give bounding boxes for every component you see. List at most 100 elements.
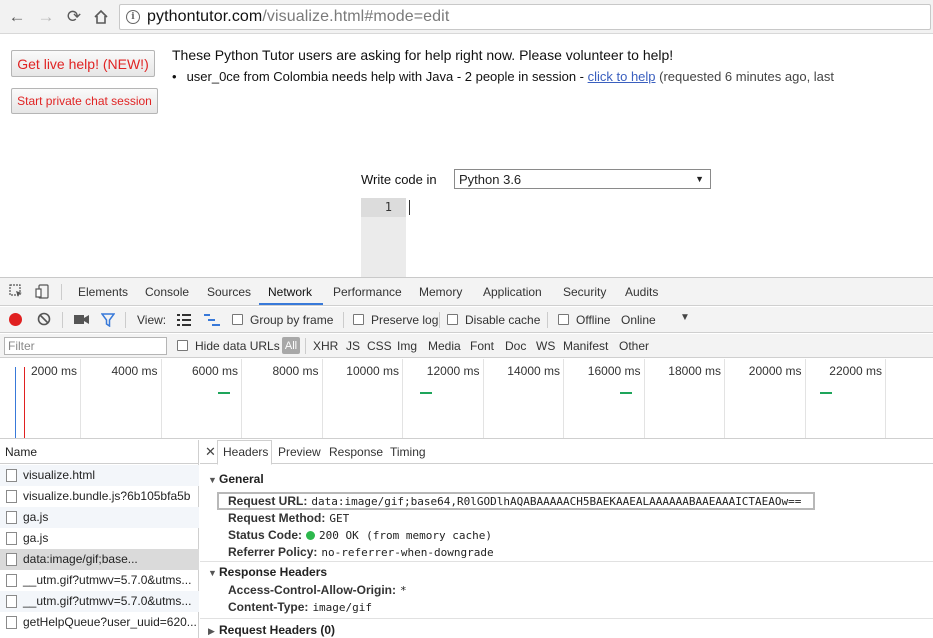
separator <box>439 312 440 328</box>
request-details: ✕ Headers Preview Response Timing ▼ Gener… <box>200 440 933 638</box>
separator <box>343 312 344 328</box>
info-icon[interactable]: i <box>126 10 140 24</box>
group-by-frame-label: Group by frame <box>250 313 334 327</box>
request-headers-toggle[interactable]: ▶ Request Headers (0) <box>208 623 335 637</box>
filter-xhr[interactable]: XHR <box>313 339 338 353</box>
request-row[interactable]: data:image/gif;base... <box>0 549 199 570</box>
filter-img[interactable]: Img <box>397 339 417 353</box>
timeline-bar <box>420 392 432 394</box>
click-to-help-link[interactable]: click to help <box>588 69 656 84</box>
devtools-tab-bar: Elements Console Sources Network Perform… <box>0 278 933 306</box>
timeline-tick-label: 22000 ms <box>829 364 882 378</box>
timeline-gridline <box>885 359 886 438</box>
filter-input[interactable]: Filter <box>4 337 167 355</box>
throttling-select[interactable]: Online <box>621 313 656 327</box>
timeline-tick-label: 6000 ms <box>191 364 238 378</box>
tab-headers[interactable]: Headers <box>223 445 268 459</box>
help-heading: These Python Tutor users are asking for … <box>172 47 674 63</box>
forward-arrow-icon[interactable]: → <box>35 6 57 28</box>
record-icon[interactable] <box>9 313 22 326</box>
private-chat-button[interactable]: Start private chat session <box>11 88 158 114</box>
hide-data-urls-checkbox[interactable] <box>177 340 188 351</box>
network-overview-timeline[interactable]: 2000 ms 4000 ms 6000 ms 8000 ms 10000 ms 1200… <box>0 359 933 439</box>
general-section-toggle[interactable]: ▼ General <box>208 472 264 486</box>
filter-js[interactable]: JS <box>346 339 360 353</box>
device-toolbar-icon[interactable] <box>35 284 50 302</box>
tab-audits[interactable]: Audits <box>625 285 658 299</box>
dropdown-caret-icon: ▼ <box>695 174 704 184</box>
separator <box>305 338 306 354</box>
waterfall-icon[interactable] <box>204 314 220 329</box>
group-by-frame-checkbox[interactable] <box>232 314 243 325</box>
collapsed-triangle-icon: ▶ <box>208 626 215 636</box>
offline-checkbox[interactable] <box>558 314 569 325</box>
disable-cache-checkbox[interactable] <box>447 314 458 325</box>
request-row[interactable]: ga.js <box>0 507 199 528</box>
divider <box>200 618 933 619</box>
response-headers-toggle[interactable]: ▼ Response Headers <box>208 565 327 579</box>
help-request-item: • user_0ce from Colombia needs help with … <box>172 69 835 84</box>
home-icon[interactable] <box>90 6 112 28</box>
reload-icon[interactable]: ⟳ <box>63 6 85 28</box>
timeline-tick-label: 8000 ms <box>272 364 319 378</box>
expanded-triangle-icon: ▼ <box>208 475 217 485</box>
tab-elements[interactable]: Elements <box>78 285 128 299</box>
tab-response[interactable]: Response <box>329 445 383 459</box>
filter-css[interactable]: CSS <box>367 339 392 353</box>
filter-manifest[interactable]: Manifest <box>563 339 608 353</box>
url-text: pythontutor.com/visualize.html#mode=edit <box>147 8 450 25</box>
request-row[interactable]: visualize.html <box>0 465 199 486</box>
request-row[interactable]: visualize.bundle.js?6b105bfa5b <box>0 486 199 507</box>
filter-doc[interactable]: Doc <box>505 339 526 353</box>
tab-network[interactable]: Network <box>268 285 312 299</box>
active-tab-indicator <box>259 303 323 305</box>
close-icon[interactable]: ✕ <box>205 444 216 460</box>
dom-content-loaded-marker <box>15 367 16 438</box>
live-help-button[interactable]: Get live help! (NEW!) <box>11 50 155 77</box>
filter-media[interactable]: Media <box>428 339 461 353</box>
file-icon <box>6 532 17 545</box>
clear-icon[interactable] <box>37 312 51 329</box>
view-label: View: <box>137 313 167 327</box>
request-row[interactable]: getHelpQueue?user_uuid=620... <box>0 612 199 633</box>
tab-performance[interactable]: Performance <box>333 285 402 299</box>
address-bar[interactable]: i pythontutor.com/visualize.html#mode=ed… <box>119 4 931 30</box>
back-arrow-icon[interactable]: ← <box>6 6 28 28</box>
acao-row: Access-Control-Allow-Origin: * <box>228 583 407 597</box>
separator <box>547 312 548 328</box>
file-icon <box>6 595 17 608</box>
filter-all-button[interactable]: All <box>282 337 300 354</box>
large-rows-icon[interactable] <box>177 314 191 329</box>
tab-preview[interactable]: Preview <box>278 445 321 459</box>
throttling-caret-icon[interactable]: ▼ <box>680 312 690 323</box>
filter-other[interactable]: Other <box>619 339 649 353</box>
filter-font[interactable]: Font <box>470 339 494 353</box>
request-row[interactable]: ga.js <box>0 528 199 549</box>
tab-memory[interactable]: Memory <box>419 285 462 299</box>
tab-sources[interactable]: Sources <box>207 285 251 299</box>
request-name: __utm.gif?utmwv=5.7.0&utms... <box>23 594 192 608</box>
tab-timing[interactable]: Timing <box>390 445 426 459</box>
tab-console[interactable]: Console <box>145 285 189 299</box>
tab-application[interactable]: Application <box>483 285 542 299</box>
timeline-gridline <box>241 359 242 438</box>
camera-icon[interactable] <box>74 314 89 328</box>
filter-ws[interactable]: WS <box>536 339 555 353</box>
file-icon <box>6 490 17 503</box>
code-editor[interactable]: 1 <box>361 198 933 277</box>
timeline-gridline <box>804 359 806 438</box>
browser-toolbar: ← → ⟳ i pythontutor.com/visualize.html#m… <box>0 0 933 34</box>
inspect-element-icon[interactable] <box>9 284 24 302</box>
name-column-header[interactable]: Name <box>0 440 199 464</box>
request-name: visualize.bundle.js?6b105bfa5b <box>23 489 191 503</box>
request-row[interactable]: __utm.gif?utmwv=5.7.0&utms... <box>0 591 199 612</box>
request-row[interactable]: __utm.gif?utmwv=5.7.0&utms... <box>0 570 199 591</box>
preserve-log-label: Preserve log <box>371 313 439 327</box>
tab-security[interactable]: Security <box>563 285 606 299</box>
preserve-log-checkbox[interactable] <box>353 314 364 325</box>
filter-funnel-icon[interactable] <box>100 313 116 330</box>
timeline-bar <box>218 392 230 394</box>
separator <box>62 312 63 328</box>
timeline-tick-label: 12000 ms <box>426 364 480 378</box>
language-select[interactable]: Python 3.6 ▼ <box>454 169 711 189</box>
